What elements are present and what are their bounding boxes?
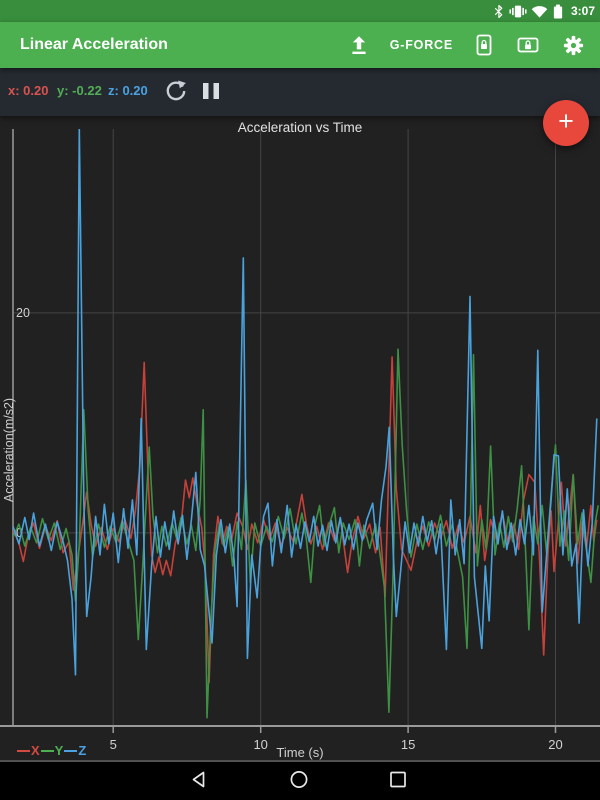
x-value-readout: x: 0.20 (8, 83, 49, 98)
gforce-mode-button[interactable]: G-FORCE (390, 38, 453, 52)
legend-item-z: Z (64, 743, 87, 758)
series-y (13, 348, 599, 719)
home-button[interactable] (287, 768, 311, 795)
wifi-icon (531, 5, 548, 18)
legend-label: Z (78, 743, 87, 758)
sensor-value-toolbar: x: 0.20 y: -0.22 z: 0.20 (0, 68, 600, 116)
back-button[interactable] (187, 769, 211, 794)
portrait-lock-button[interactable] (473, 33, 495, 57)
chart-title: Acceleration vs Time (237, 120, 363, 135)
settings-button[interactable] (561, 33, 586, 58)
upload-button[interactable] (348, 34, 370, 56)
recents-icon (390, 771, 406, 788)
landscape-lock-button[interactable] (515, 34, 541, 56)
chart-legend: XYZ (17, 743, 87, 758)
recents-button[interactable] (387, 769, 409, 794)
upload-icon (352, 36, 366, 55)
add-fab-button[interactable]: + (543, 100, 589, 146)
battery-icon (553, 4, 563, 18)
y-value-readout: y: -0.22 (57, 83, 102, 98)
portrait-lock-icon (476, 34, 492, 56)
back-icon (192, 771, 205, 788)
x-tick-label: 10 (253, 737, 267, 752)
y-axis-label: Acceleration(m/s2) (2, 397, 16, 503)
acceleration-chart: 5 10 15 20 0 20 Acceleration vs Time Accelera… (0, 116, 600, 760)
vibrate-icon (509, 5, 527, 17)
legend-label: X (31, 743, 40, 758)
bluetooth-icon (494, 4, 503, 18)
app-bar-actions: G-FORCE (348, 33, 586, 58)
page-title: Linear Acceleration (20, 36, 168, 53)
pause-button[interactable] (200, 77, 224, 108)
clock: 3:07 (570, 4, 595, 18)
chart-plot-area[interactable]: 5 10 15 20020 (0, 116, 600, 760)
home-icon (290, 771, 308, 788)
legend-swatch (17, 749, 30, 752)
legend-swatch (40, 749, 54, 752)
pause-icon (203, 83, 219, 99)
series-z (13, 129, 598, 676)
x-tick-label: 5 (110, 737, 117, 752)
reset-icon (166, 80, 186, 101)
landscape-lock-icon (517, 37, 539, 53)
legend-label: Y (54, 743, 64, 758)
z-value-readout: z: 0.20 (108, 83, 148, 98)
x-tick-label: 20 (548, 737, 562, 752)
x-tick-label: 15 (401, 737, 415, 752)
y-tick-label: 20 (16, 306, 30, 320)
legend-item-x: X (17, 743, 41, 758)
app-screen: 3:07 Linear Acceleration G-FORCE x: 0.20… (0, 0, 600, 800)
android-nav-bar (0, 760, 600, 800)
legend-item-y: Y (40, 743, 65, 758)
gear-icon (563, 35, 584, 55)
x-axis-label: Time (s) (276, 745, 324, 760)
status-bar: 3:07 (0, 0, 600, 22)
legend-swatch (64, 749, 78, 752)
app-bar: Linear Acceleration G-FORCE (0, 22, 600, 68)
reset-button[interactable] (162, 77, 190, 108)
